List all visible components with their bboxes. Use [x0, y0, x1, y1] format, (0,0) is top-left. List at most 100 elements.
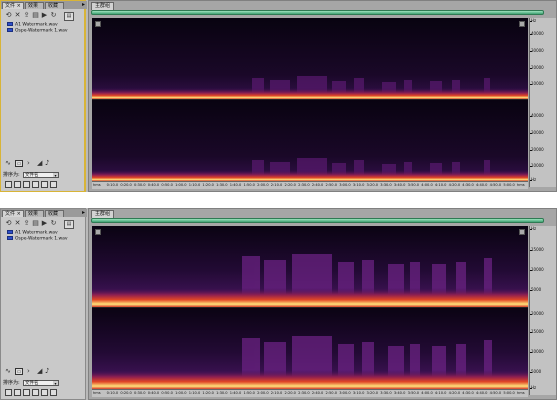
time-tick: 2:30.0: [298, 183, 310, 187]
loop-icon[interactable]: ↻: [49, 11, 58, 20]
time-tick: 0:10.0: [106, 391, 119, 395]
corner-icon[interactable]: [519, 21, 525, 27]
play-icon[interactable]: ▶: [40, 219, 49, 228]
close-file-icon[interactable]: ✕: [13, 11, 22, 20]
view-button[interactable]: [32, 389, 39, 396]
view-button[interactable]: [50, 389, 57, 396]
play-icon[interactable]: ▶: [40, 11, 49, 20]
panel-menu-icon[interactable]: ▸: [82, 1, 85, 9]
time-tick: 1:00.0: [175, 391, 187, 395]
sort-label: 排序为:: [3, 172, 20, 178]
sort-dropdown[interactable]: 文件名 ▾: [23, 172, 59, 178]
insert-icon[interactable]: ⇪: [22, 219, 31, 228]
link-icon[interactable]: ∿: [5, 367, 11, 376]
view-button[interactable]: [5, 181, 12, 188]
arrow-right-icon[interactable]: ›: [27, 159, 30, 168]
view-button[interactable]: [14, 181, 21, 188]
tab-files[interactable]: 文件 ×: [2, 2, 24, 9]
corner-icon[interactable]: [519, 229, 525, 235]
screenshot-2: 文件 × 效果 收藏 ▸ ⟲ ✕ ⇪ ▤ ▶ ↻ ▤ A1 Watermark.…: [0, 208, 557, 400]
sound-icon[interactable]: ♪: [45, 159, 49, 168]
time-tick: 4:20.0: [448, 391, 461, 395]
time-tick: 0:40.0: [147, 391, 160, 395]
volume-icon[interactable]: ◢: [37, 367, 42, 376]
view-button[interactable]: [23, 389, 30, 396]
time-tick: 3:40.0: [393, 391, 406, 395]
editor-panel: 主群组: [88, 0, 557, 192]
tab-main-group[interactable]: 主群组: [91, 2, 115, 10]
arrow-right-icon[interactable]: ›: [27, 367, 30, 376]
link-icon[interactable]: ∿: [5, 159, 11, 168]
insert-icon[interactable]: ⇪: [22, 11, 31, 20]
audio-file-icon: [7, 230, 13, 234]
view-buttons: [3, 389, 85, 397]
overview-scrollbar[interactable]: [91, 218, 544, 223]
view-button[interactable]: [23, 181, 30, 188]
time-tick: 4:10.0: [434, 183, 447, 187]
tab-effects[interactable]: 效果: [25, 2, 44, 9]
channel-divider: [92, 99, 528, 100]
panel-menu-icon[interactable]: ▸: [82, 209, 85, 217]
time-tick: 5:00.0: [503, 391, 515, 395]
hz-label: 30000: [530, 49, 555, 53]
auto-play-icon[interactable]: ▤: [64, 220, 74, 229]
view-button[interactable]: [5, 389, 12, 396]
tab-main-group[interactable]: 主群组: [91, 210, 115, 218]
view-button[interactable]: [41, 389, 48, 396]
time-tick: 1:40.0: [229, 391, 242, 395]
time-tick: 2:50.0: [325, 391, 338, 395]
hz-label: Hz: [530, 19, 555, 23]
tab-effects[interactable]: 效果: [25, 210, 44, 217]
list-item[interactable]: Ospe-Watermark 1.wav: [7, 236, 85, 242]
chevron-down-icon: ▾: [53, 381, 58, 386]
sort-row: 排序为: 文件名 ▾: [3, 379, 85, 387]
time-tick: 3:50.0: [407, 391, 420, 395]
waveform-icon[interactable]: ▭: [15, 160, 23, 167]
panel-tabs: 文件 × 效果 收藏 ▸: [1, 1, 87, 9]
hz-label: 10000: [530, 164, 555, 168]
hz-label: 10000: [530, 82, 555, 86]
edit-file-icon[interactable]: ▤: [31, 11, 40, 20]
view-button[interactable]: [14, 389, 21, 396]
import-icon[interactable]: ⟲: [4, 11, 13, 20]
time-tick: 3:20.0: [366, 391, 379, 395]
time-tick: 4:20.0: [448, 183, 461, 187]
view-button[interactable]: [50, 181, 57, 188]
time-tick: 1:00.0: [175, 183, 187, 187]
frequency-ruler: Hz 40000 30000 20000 10000 40000 30000 2…: [529, 18, 556, 187]
time-tick: 1:50.0: [243, 391, 255, 395]
loop-icon[interactable]: ↻: [49, 219, 58, 228]
time-tick: 2:00.0: [257, 391, 269, 395]
time-tick: 2:40.0: [311, 183, 324, 187]
time-tick: 4:40.0: [475, 391, 488, 395]
spectrogram-view[interactable]: [92, 18, 528, 187]
panel-tabs: 文件 × 效果 收藏 ▸: [1, 209, 87, 217]
spectrogram-view[interactable]: [92, 226, 528, 395]
auto-play-icon[interactable]: ▤: [64, 12, 74, 21]
list-item[interactable]: Ospe-Watermark 1.wav: [7, 28, 85, 34]
view-button[interactable]: [41, 181, 48, 188]
time-tick: 2:50.0: [325, 183, 338, 187]
file-panel: 文件 × 效果 收藏 ▸ ⟲ ✕ ⇪ ▤ ▶ ↻ ▤ A1 Watermark.…: [0, 0, 87, 192]
volume-icon[interactable]: ◢: [37, 159, 42, 168]
tab-files[interactable]: 文件 ×: [2, 210, 24, 217]
waveform-icon[interactable]: ▭: [15, 368, 23, 375]
hz-label: 20000: [530, 312, 555, 316]
view-button[interactable]: [32, 181, 39, 188]
tab-favorites[interactable]: 收藏: [45, 2, 64, 9]
sort-dropdown[interactable]: 文件名 ▾: [23, 380, 59, 386]
edit-file-icon[interactable]: ▤: [31, 219, 40, 228]
file-list: A1 Watermark.wav Ospe-Watermark 1.wav: [7, 22, 85, 34]
tab-favorites[interactable]: 收藏: [45, 210, 64, 217]
corner-icon[interactable]: [95, 229, 101, 235]
time-ruler[interactable]: hms 0:10.0 0:20.0 0:30.0 0:40.0 0:50.0 1:00.0 1…: [92, 181, 528, 189]
time-ruler[interactable]: hms 0:10.0 0:20.0 0:30.0 0:40.0 0:50.0 1:00.0 1…: [92, 389, 528, 397]
corner-icon[interactable]: [95, 21, 101, 27]
panel-footer: ∿ ▭ › ◢ ♪ 排序为: 文件名 ▾: [3, 367, 85, 397]
time-tick: 3:00.0: [339, 183, 351, 187]
hz-label: 10000: [530, 268, 555, 272]
sound-icon[interactable]: ♪: [45, 367, 49, 376]
close-file-icon[interactable]: ✕: [13, 219, 22, 228]
import-icon[interactable]: ⟲: [4, 219, 13, 228]
overview-scrollbar[interactable]: [91, 10, 544, 15]
